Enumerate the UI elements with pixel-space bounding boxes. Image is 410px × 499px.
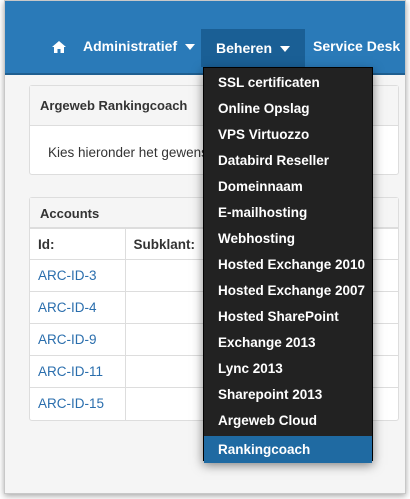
menu-item-e-mailhosting[interactable]: E-mailhosting [204, 200, 372, 226]
beheren-dropdown-menu: SSL certificaten Online Opslag VPS Virtu… [203, 67, 373, 463]
menu-item-webhosting[interactable]: Webhosting [204, 226, 372, 252]
menu-item-lync-2013[interactable]: Lync 2013 [204, 356, 372, 382]
menu-item-vps-virtuozzo[interactable]: VPS Virtuozzo [204, 122, 372, 148]
menu-item-databird-reseller[interactable]: Databird Reseller [204, 148, 372, 174]
account-id-link[interactable]: ARC-ID-11 [30, 355, 126, 388]
home-icon [52, 41, 66, 54]
nav-beheren-label: Beheren [216, 40, 273, 56]
nav-home[interactable] [39, 29, 79, 63]
menu-item-rankingcoach[interactable]: Rankingcoach [204, 436, 372, 463]
account-id-link[interactable]: ARC-ID-9 [30, 323, 126, 356]
menu-item-online-opslag[interactable]: Online Opslag [204, 96, 372, 122]
nav-administratief[interactable]: Administratief [83, 29, 196, 63]
menu-item-hosted-exchange-2010[interactable]: Hosted Exchange 2010 [204, 252, 372, 278]
account-id-link[interactable]: ARC-ID-3 [30, 259, 126, 292]
nav-beheren[interactable]: Beheren [201, 29, 305, 67]
nav-service-desk[interactable]: Service Desk [313, 29, 400, 63]
account-id-link[interactable]: ARC-ID-15 [30, 387, 126, 420]
top-navbar: Administratief Beheren Service Desk [5, 1, 405, 75]
menu-item-argeweb-cloud[interactable]: Argeweb Cloud [204, 408, 372, 434]
menu-item-hosted-exchange-2007[interactable]: Hosted Exchange 2007 [204, 278, 372, 304]
menu-item-hosted-sharepoint[interactable]: Hosted SharePoint [204, 304, 372, 330]
dropdown-list: SSL certificaten Online Opslag VPS Virtu… [204, 68, 372, 463]
nav-service-label: Service Desk [313, 38, 401, 54]
menu-item-domeinnaam[interactable]: Domeinnaam [204, 174, 372, 200]
menu-item-exchange-2013[interactable]: Exchange 2013 [204, 330, 372, 356]
browser-frame: Administratief Beheren Service Desk Arge… [4, 0, 406, 494]
chevron-down-icon [185, 44, 196, 51]
column-header-id: Id: [30, 228, 126, 260]
menu-item-sharepoint-2013[interactable]: Sharepoint 2013 [204, 382, 372, 408]
chevron-down-icon [280, 46, 291, 53]
menu-item-ssl-certificaten[interactable]: SSL certificaten [204, 70, 372, 96]
nav-administratief-label: Administratief [83, 38, 178, 54]
account-id-link[interactable]: ARC-ID-4 [30, 291, 126, 324]
